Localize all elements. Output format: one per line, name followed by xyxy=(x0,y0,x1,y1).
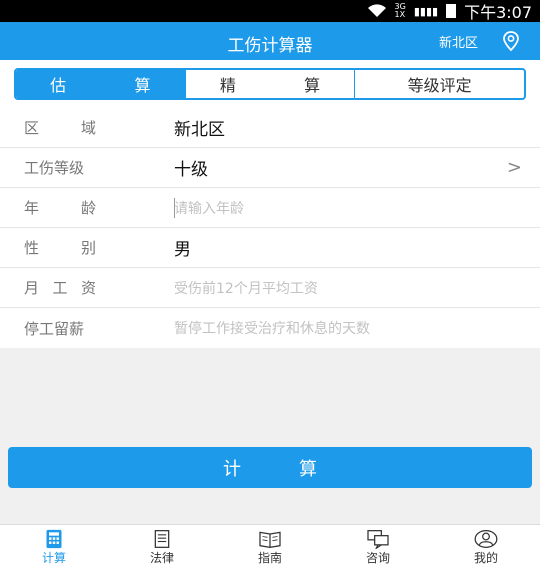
gender-value: 男 xyxy=(174,240,191,260)
age-input[interactable]: 请输入年龄 xyxy=(174,198,244,218)
age-label-char-2: 龄 xyxy=(80,199,96,217)
age-row[interactable]: 年 龄 请输入年龄 xyxy=(0,188,540,228)
bottom-navigation: 计算 法律 指南 咨询 我的 xyxy=(0,524,540,566)
location-pin-icon[interactable] xyxy=(500,30,522,52)
tab-estimate-char-1: 估 xyxy=(50,76,67,95)
calculator-icon xyxy=(46,529,62,549)
salary-row[interactable]: 月 工 资 受伤前12个月平均工资 xyxy=(0,268,540,308)
title-bar: 工伤计算器 新北区 xyxy=(0,22,540,60)
nav-guide[interactable]: 指南 xyxy=(216,525,324,566)
tab-estimate[interactable]: 估 算 xyxy=(16,70,185,98)
region-row[interactable]: 区 域 新北区 xyxy=(0,108,540,148)
nav-law-label: 法律 xyxy=(149,551,174,565)
nav-guide-label: 指南 xyxy=(257,551,282,565)
salary-label-char-1: 月 xyxy=(24,279,40,297)
network-indicator: 3G 1X xyxy=(395,3,406,19)
tab-estimate-char-2: 算 xyxy=(134,76,151,95)
status-bar: 3G 1X ▮▮▮▮ 下午3:07 xyxy=(0,0,540,22)
user-profile-icon xyxy=(474,530,498,548)
age-label-char-1: 年 xyxy=(24,199,40,217)
chevron-right-icon: > xyxy=(506,157,522,178)
mode-tabs-container: 估 算 精 算 等级评定 xyxy=(0,60,540,108)
law-document-icon xyxy=(154,530,170,548)
network-1x: 1X xyxy=(394,10,406,19)
nav-calculate-label: 计算 xyxy=(41,551,66,565)
region-value: 新北区 xyxy=(174,120,225,140)
region-label: 区 域 xyxy=(0,117,96,138)
region-label-char-2: 域 xyxy=(80,119,96,137)
battery-icon xyxy=(446,4,457,18)
status-time: 下午3:07 xyxy=(464,3,532,22)
wifi-icon xyxy=(367,4,386,18)
nav-profile-label: 我的 xyxy=(473,551,498,565)
tab-grade-assessment-label: 等级评定 xyxy=(407,76,472,95)
tab-grade-assessment[interactable]: 等级评定 xyxy=(354,70,524,98)
leave-days-label-text: 停工留薪 xyxy=(24,319,85,338)
gender-label-char-1: 性 xyxy=(24,239,40,257)
injury-level-label: 工伤等级 xyxy=(0,157,118,178)
mode-tabs: 估 算 精 算 等级评定 xyxy=(14,68,526,100)
injury-level-label-text: 工伤等级 xyxy=(24,159,85,177)
gender-row[interactable]: 性 别 男 xyxy=(0,228,540,268)
injury-level-row[interactable]: 工伤等级 十级 > xyxy=(0,148,540,188)
chat-icon xyxy=(367,530,389,549)
age-label: 年 龄 xyxy=(0,197,96,218)
nav-law[interactable]: 法律 xyxy=(108,525,216,566)
tab-precise-char-1: 精 xyxy=(219,76,236,95)
signal-icon: ▮▮▮▮ xyxy=(413,4,439,18)
gender-label-char-2: 别 xyxy=(80,239,96,257)
salary-label: 月 工 资 xyxy=(0,277,96,298)
calculate-button[interactable]: 计 算 xyxy=(8,447,532,488)
salary-label-char-2: 工 xyxy=(52,279,68,297)
status-indicators: 3G 1X ▮▮▮▮ 下午3:07 xyxy=(367,0,532,22)
region-label-char-1: 区 xyxy=(24,119,40,137)
tab-precise[interactable]: 精 算 xyxy=(184,70,355,98)
salary-input[interactable]: 受伤前12个月平均工资 xyxy=(174,278,318,298)
salary-label-char-3: 资 xyxy=(80,279,96,297)
leave-days-label: 停工留薪 xyxy=(0,318,118,339)
nav-profile[interactable]: 我的 xyxy=(432,525,540,566)
nav-calculate[interactable]: 计算 xyxy=(0,525,108,566)
calculator-form: 区 域 新北区 工伤等级 十级 > 年 龄 请输入年龄 性 别 男 月 工 资 … xyxy=(0,108,540,348)
injury-level-value: 十级 xyxy=(174,160,208,180)
tab-precise-char-2: 算 xyxy=(304,76,321,95)
region-selector[interactable]: 新北区 xyxy=(439,32,478,51)
leave-days-input[interactable]: 暂停工作接受治疗和休息的天数 xyxy=(174,318,370,338)
nav-consult-label: 咨询 xyxy=(365,551,390,565)
nav-consult[interactable]: 咨询 xyxy=(324,525,432,566)
guide-book-icon xyxy=(259,531,281,548)
calculate-button-char-1: 计 xyxy=(223,458,241,480)
calculate-button-char-2: 算 xyxy=(299,458,317,480)
leave-days-row[interactable]: 停工留薪 暂停工作接受治疗和休息的天数 xyxy=(0,308,540,348)
gender-label: 性 别 xyxy=(0,237,96,258)
